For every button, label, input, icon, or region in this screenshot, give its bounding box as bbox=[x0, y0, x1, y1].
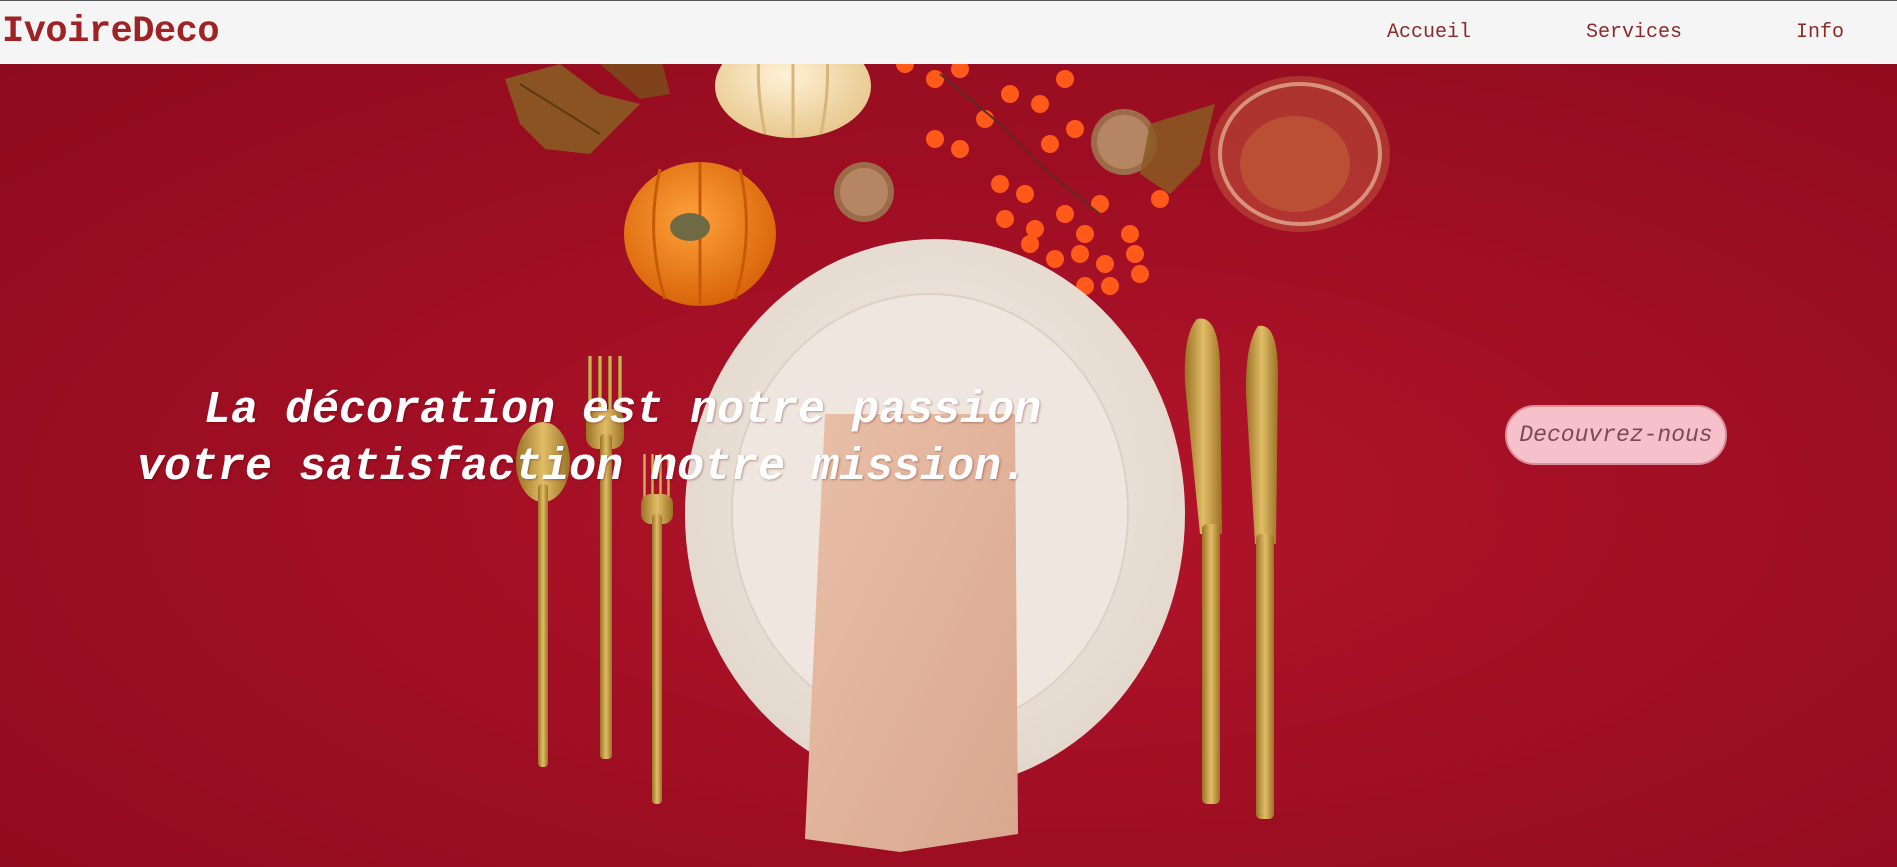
nav-link-info[interactable]: Info bbox=[1796, 21, 1844, 44]
discover-us-button[interactable]: Decouvrez-nous bbox=[1505, 405, 1727, 465]
hero-section: La décoration est notre passion votre sa… bbox=[0, 64, 1897, 867]
orange-pumpkin-decor bbox=[624, 162, 776, 306]
autumn-leaves-decor bbox=[505, 64, 670, 154]
brand-logo[interactable]: IvoireDeco bbox=[2, 11, 220, 53]
glass-decor bbox=[1210, 76, 1390, 232]
hero-headline: La décoration est notre passion votre sa… bbox=[137, 382, 1170, 496]
nav-link-accueil[interactable]: Accueil bbox=[1387, 21, 1471, 44]
hero-headline-line1: La décoration est notre passion bbox=[204, 385, 1042, 436]
white-pumpkin-decor bbox=[715, 64, 871, 138]
top-navbar: IvoireDeco Accueil Services Info bbox=[0, 0, 1897, 64]
hero-headline-line2: votre satisfaction notre mission. bbox=[137, 442, 1029, 493]
nav-link-services[interactable]: Services bbox=[1586, 21, 1682, 44]
